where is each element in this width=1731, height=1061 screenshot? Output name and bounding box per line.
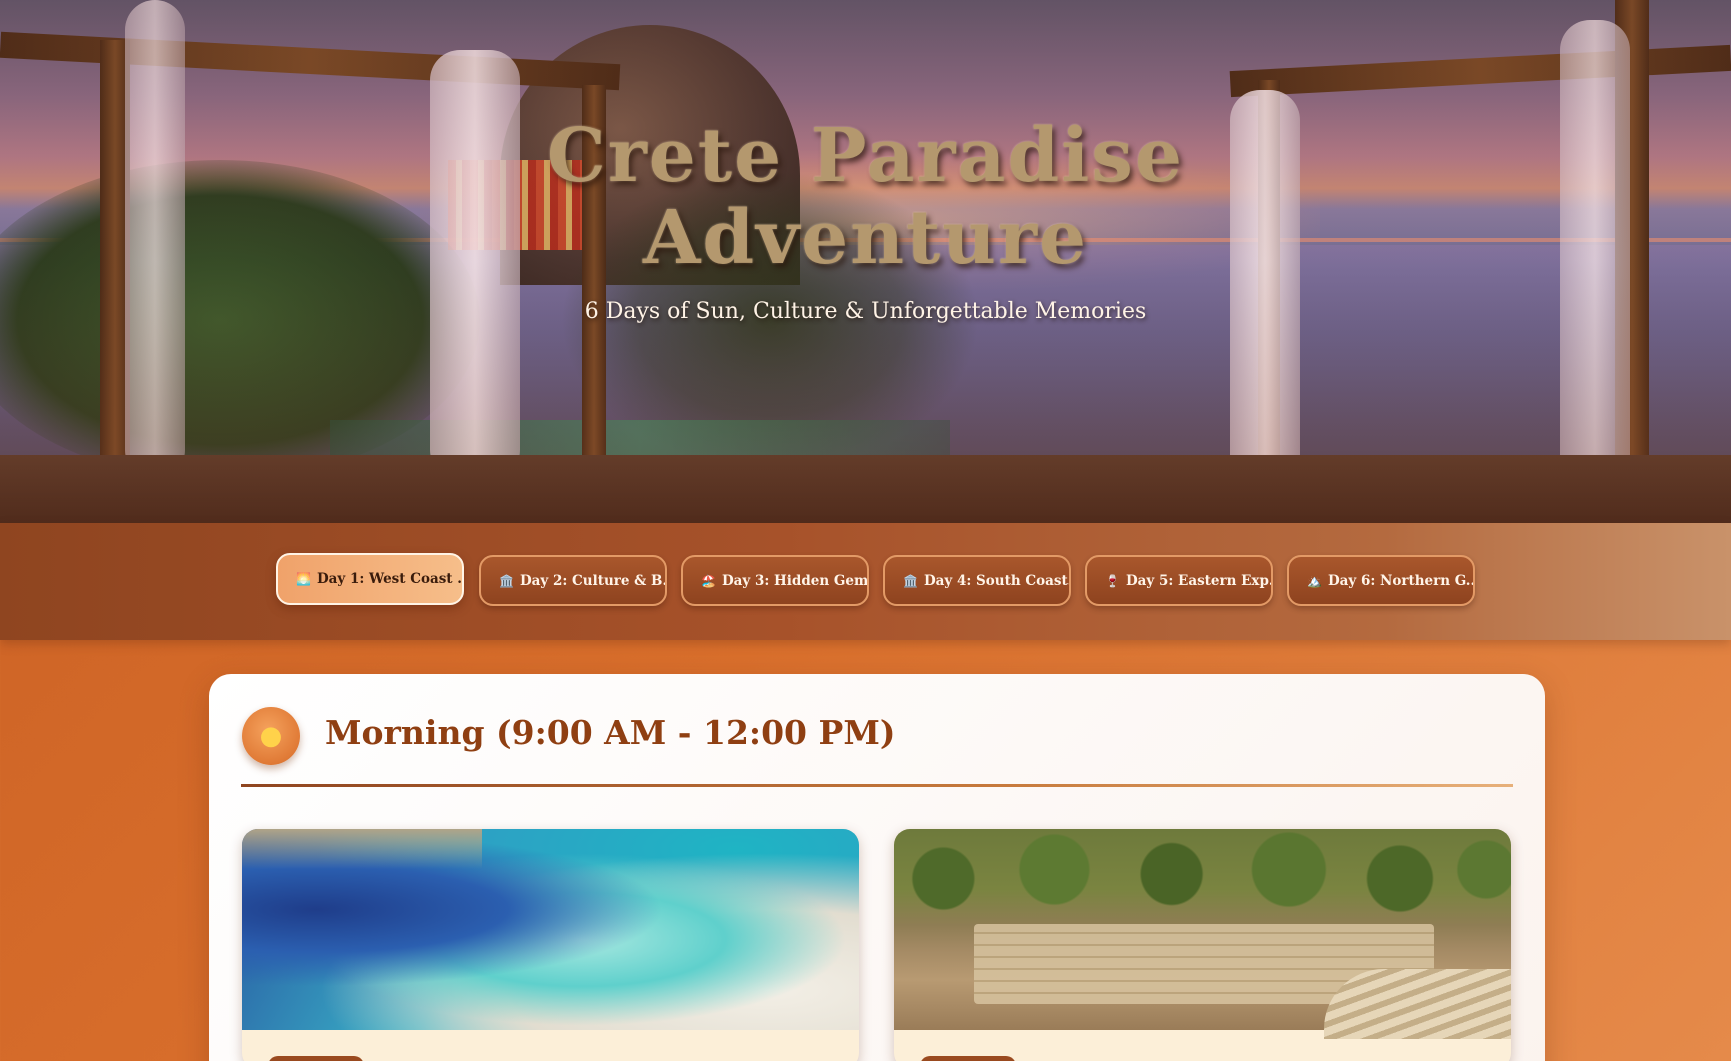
tab-day-4[interactable]: 🏛️ Day 4: South Coast... <box>883 555 1071 606</box>
activity-tag <box>268 1056 364 1061</box>
tab-day-5[interactable]: 🍷 Day 5: Eastern Exp... <box>1085 555 1273 606</box>
activity-card[interactable] <box>894 829 1511 1061</box>
tab-day-3[interactable]: 🏖️ Day 3: Hidden Gems <box>681 555 869 606</box>
sun-icon: ● <box>242 707 300 765</box>
hero-banner: Crete Paradise Adventure 6 Days of Sun, … <box>0 0 1731 523</box>
tab-label: Day 4: South Coast... <box>923 572 1071 589</box>
section-title: Morning (9:00 AM - 12:00 PM) <box>325 713 896 752</box>
activity-card[interactable] <box>242 829 859 1061</box>
tab-day-2[interactable]: 🏛️ Day 2: Culture & B... <box>479 555 667 606</box>
hero-title: Crete Paradise Adventure <box>0 115 1731 279</box>
coastline <box>242 829 482 869</box>
tab-day-6[interactable]: 🏔️ Day 6: Northern G... <box>1287 555 1475 606</box>
tab-day-1[interactable]: 🌅 Day 1: West Coast ... <box>276 553 464 605</box>
tab-label: Day 1: West Coast ... <box>316 571 464 587</box>
olive-trees <box>894 829 1511 919</box>
hero-subtitle: 6 Days of Sun, Culture & Unforgettable M… <box>584 299 1147 324</box>
wine-icon: 🍷 <box>1105 573 1120 588</box>
lagoon-beach-photo <box>242 829 859 1030</box>
section-divider <box>241 784 1513 787</box>
tab-label: Day 3: Hidden Gems <box>721 572 869 589</box>
tab-label: Day 5: Eastern Exp... <box>1125 572 1273 589</box>
temple-icon: 🏛️ <box>499 573 514 588</box>
tab-label: Day 6: Northern G... <box>1327 572 1475 589</box>
temple-icon: 🏛️ <box>903 573 918 588</box>
sunrise-icon: 🌅 <box>296 572 311 586</box>
tab-label: Day 2: Culture & B... <box>519 572 667 589</box>
theatre-steps <box>1324 969 1511 1039</box>
mountain-icon: 🏔️ <box>1307 573 1322 588</box>
hero-title-line1: Crete Paradise <box>546 113 1185 199</box>
ancient-ruins-photo <box>894 829 1511 1039</box>
beach-icon: 🏖️ <box>701 573 716 588</box>
activity-tag <box>920 1056 1016 1061</box>
hero-title-line2: Adventure <box>642 195 1089 281</box>
